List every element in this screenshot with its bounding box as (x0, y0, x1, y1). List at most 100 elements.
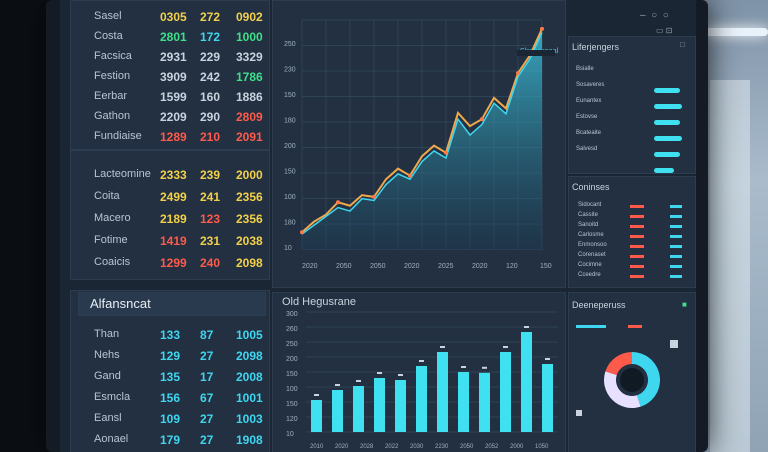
data-point (444, 150, 448, 155)
table-cell-value: 1000 (236, 30, 263, 44)
table-row-label: Fundiaise (94, 130, 142, 142)
expand-icon[interactable]: ⊡ (666, 26, 673, 35)
table-cell-value: 27 (200, 433, 214, 447)
y-tick-label: 120 (286, 416, 298, 423)
data-point (300, 230, 304, 235)
x-tick-label: 2030 (410, 444, 424, 450)
table-cell-value: 67 (200, 391, 214, 405)
table-cell-value: 2801 (160, 30, 187, 44)
table-cell-value: 160 (200, 90, 221, 104)
x-tick-label: 2050 (370, 263, 386, 270)
table-cell-value: 87 (200, 328, 214, 342)
table-cell-value (630, 275, 644, 278)
table-cell-value (630, 215, 644, 218)
table-cell-value (630, 255, 644, 258)
table-cell-value: 156 (160, 391, 181, 405)
table-cell-value: 1886 (236, 90, 263, 104)
bar-label (356, 380, 361, 382)
table-row-label: Sanoitd (578, 222, 599, 228)
close-icon[interactable]: ○ (663, 10, 669, 21)
table-cell-value (670, 265, 682, 268)
bar (395, 380, 406, 432)
table-cell-value: 2931 (160, 50, 187, 64)
table-row-label: Fotime (94, 234, 128, 246)
table-cell-value: 129 (160, 349, 181, 363)
x-tick-label: 2020 (472, 263, 488, 270)
list-item-bar (654, 104, 682, 109)
legend-box (517, 50, 555, 56)
table-cell-value (670, 245, 682, 248)
table-cell-value: 2098 (236, 256, 263, 270)
table-row-label: Eansl (94, 412, 122, 424)
table-row-label: Cceedre (578, 272, 601, 278)
table-row-label: Carlosme (578, 232, 604, 238)
table-cell-value (670, 225, 682, 228)
y-tick-label: 180 (284, 220, 296, 227)
table-row-label: Cocimne (578, 262, 602, 268)
top-window-controls: – ○ ○ (640, 10, 669, 21)
table-row-label: Cassite (578, 212, 599, 218)
table-cell-value: 1908 (236, 433, 263, 447)
maximize-icon[interactable]: ○ (651, 10, 657, 21)
table-row-label: Enmonsoo (578, 242, 607, 248)
table-cell-value: 1599 (160, 90, 187, 104)
table-cell-value: 133 (160, 328, 181, 342)
table-cell-value: 1299 (160, 256, 187, 270)
bar-label (398, 374, 403, 376)
table-cell-value: 0902 (236, 10, 263, 24)
x-tick-label: 2020 (335, 444, 349, 450)
table-cell-value (670, 255, 682, 258)
table-cell-value: 2000 (236, 168, 263, 182)
bar (437, 352, 448, 432)
table-row-label: Facsica (94, 50, 132, 62)
x-tick-label: 2000 (510, 444, 524, 450)
table-cell-value: 1419 (160, 234, 187, 248)
donut-hole (620, 368, 644, 392)
right-top-close-icon[interactable]: □ (680, 40, 685, 49)
table-cell-value: 2209 (160, 110, 187, 124)
y-tick-label: 100 (284, 194, 296, 201)
bar-chart: 300 260 250 200 150 100 150 120 10 2010 2020 2028 20… (286, 311, 558, 450)
ceiling-lamp (702, 28, 768, 36)
x-tick-label: 2050 (336, 263, 352, 270)
y-tick-label: 180 (284, 118, 296, 125)
table-cell-value: 2008 (236, 370, 263, 384)
data-point (480, 117, 484, 122)
minimize-icon[interactable]: – (640, 10, 646, 21)
bar (374, 378, 385, 432)
table-cell-value (630, 235, 644, 238)
x-tick-label: 2025 (438, 263, 454, 270)
table-row-label: Sidocant (578, 202, 602, 208)
list-item-bar (654, 88, 680, 93)
table-cell-value: 1786 (236, 70, 263, 84)
right-top-title: Liferjengers (572, 42, 620, 52)
table-cell-value: 3909 (160, 70, 187, 84)
table-cell-value: 179 (160, 433, 181, 447)
bar-label (314, 394, 319, 396)
table-row-label: Aonael (94, 433, 129, 445)
y-tick-label: 150 (286, 401, 298, 408)
table-cell-value: 109 (160, 412, 181, 426)
list-item-label: Eunantex (576, 98, 602, 104)
data-point (516, 71, 520, 76)
top-panel-icons: ▭ ⊡ (656, 26, 673, 35)
table-cell-value: 210 (200, 130, 221, 144)
x-tick-label: 2020 (302, 263, 318, 270)
y-tick-label: 150 (284, 169, 296, 176)
table-row-label: Lacteomine (94, 168, 151, 180)
x-tick-label: 2052 (485, 444, 499, 450)
table-cell-value: 123 (200, 212, 221, 226)
bar-label (545, 358, 550, 360)
bar-label (419, 360, 424, 362)
dashboard-screen: Alfansncat Slsdeconeal 25023015018020015… (60, 0, 696, 452)
table-row-label: Eerbar (94, 90, 128, 102)
table-cell-value: 2091 (236, 130, 263, 144)
table-row-label: Festion (94, 70, 131, 82)
table-cell-value (670, 205, 682, 208)
window-icon[interactable]: ▭ (656, 26, 664, 35)
legend-item (576, 325, 606, 328)
y-tick-label: 10 (284, 245, 292, 252)
table-cell-value: 27 (200, 349, 214, 363)
table-cell-value: 27 (200, 412, 214, 426)
y-tick-label: 250 (286, 341, 298, 348)
